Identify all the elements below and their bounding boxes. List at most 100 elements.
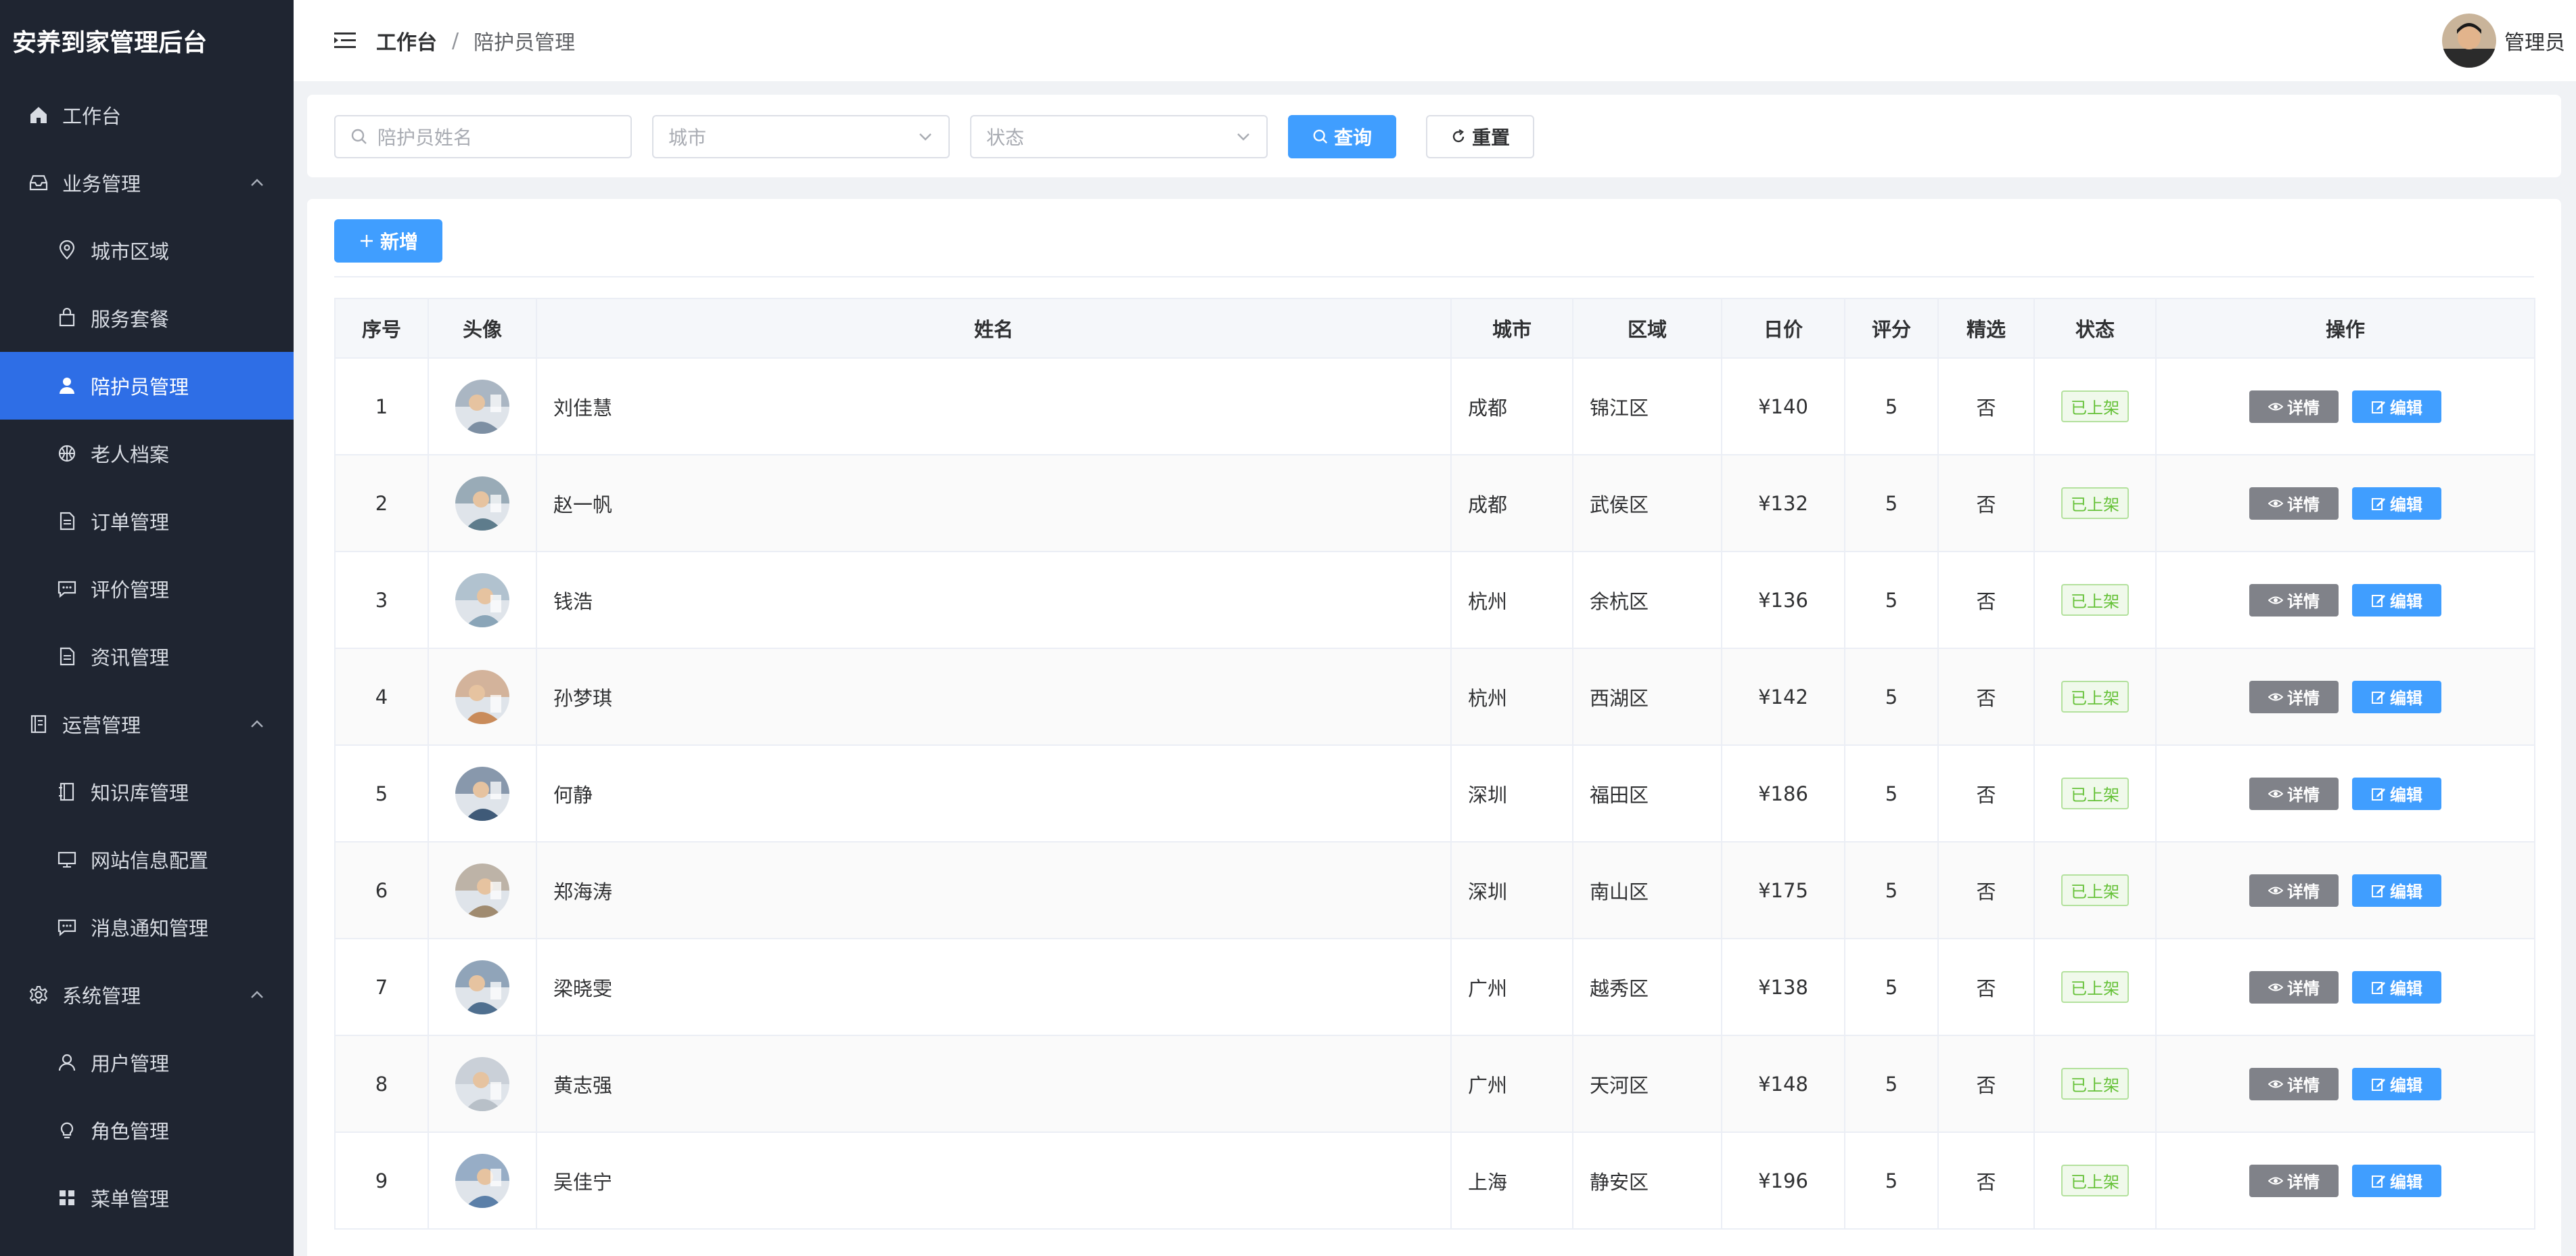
- detail-button[interactable]: 详情: [2249, 390, 2339, 423]
- detail-button[interactable]: 详情: [2249, 1164, 2339, 1197]
- detail-button[interactable]: 详情: [2249, 680, 2339, 713]
- eye-icon: [2268, 596, 2283, 604]
- sidebar-item-7[interactable]: 评价管理: [0, 555, 294, 623]
- cell-avatar: [428, 357, 537, 455]
- detail-button[interactable]: 详情: [2249, 487, 2339, 520]
- filter-panel: 陪护员姓名 城市 状态 查询 重置: [307, 95, 2561, 177]
- user-name[interactable]: 管理员: [2504, 26, 2565, 55]
- reset-button-label: 重置: [1471, 127, 1510, 149]
- cell-name: 黄志强: [536, 1035, 1452, 1133]
- sidebar-item-0[interactable]: 工作台: [0, 81, 294, 149]
- edit-button[interactable]: 编辑: [2352, 680, 2441, 713]
- table-row: 2 赵一帆 成都 武侯区 ¥132 5 否已上架 详情 编辑: [334, 454, 2535, 552]
- sidebar-item-5[interactable]: 老人档案: [0, 420, 294, 487]
- header-avatar: 头像: [428, 298, 537, 359]
- detail-button-label: 详情: [2287, 1173, 2320, 1192]
- sidebar-item-1[interactable]: 业务管理: [0, 149, 294, 217]
- sidebar-item-11[interactable]: 网站信息配置: [0, 826, 294, 893]
- status-select[interactable]: 状态: [970, 115, 1268, 158]
- edit-icon: [2372, 594, 2385, 607]
- edit-button[interactable]: 编辑: [2352, 874, 2441, 907]
- cell-city: 杭州: [1450, 551, 1573, 649]
- chat-icon: [55, 577, 78, 600]
- reset-button[interactable]: 重置: [1426, 115, 1534, 158]
- avatar[interactable]: [455, 863, 509, 918]
- sidebar-item-9[interactable]: 运营管理: [0, 690, 294, 758]
- sidebar-item-13[interactable]: 系统管理: [0, 961, 294, 1029]
- edit-button[interactable]: 编辑: [2352, 1067, 2441, 1100]
- header-status: 状态: [2033, 298, 2157, 359]
- edit-button[interactable]: 编辑: [2352, 487, 2441, 520]
- detail-button[interactable]: 详情: [2249, 777, 2339, 810]
- sidebar-item-label: 角色管理: [91, 1120, 170, 1143]
- status-badge: 已上架: [2061, 778, 2129, 809]
- location-icon: [55, 239, 78, 262]
- document-icon: [55, 510, 78, 533]
- sidebar-item-16[interactable]: 菜单管理: [0, 1164, 294, 1232]
- edit-button-label: 编辑: [2390, 979, 2422, 998]
- edit-icon: [2372, 788, 2385, 801]
- cell-rating: 5: [1844, 1035, 1939, 1133]
- header-rating: 评分: [1844, 298, 1939, 359]
- sidebar-item-10[interactable]: 知识库管理: [0, 758, 294, 826]
- user-menu[interactable]: 管理员: [2442, 14, 2565, 68]
- edit-button-label: 编辑: [2390, 786, 2422, 805]
- detail-button-label: 详情: [2287, 1076, 2320, 1095]
- cell-status: 已上架: [2033, 841, 2157, 939]
- chevron-down-icon: [919, 133, 932, 141]
- name-search-input[interactable]: 陪护员姓名: [334, 115, 632, 158]
- detail-button[interactable]: 详情: [2249, 874, 2339, 907]
- home-icon: [27, 104, 50, 127]
- edit-button-label: 编辑: [2390, 1173, 2422, 1192]
- cell-avatar: [428, 551, 537, 649]
- detail-button[interactable]: 详情: [2249, 1067, 2339, 1100]
- avatar[interactable]: [455, 476, 509, 531]
- menu-fold-icon[interactable]: [334, 31, 356, 50]
- sidebar-item-label: 陪护员管理: [91, 376, 189, 399]
- cell-actions: 详情 编辑: [2155, 357, 2535, 455]
- cell-price: ¥138: [1721, 938, 1845, 1036]
- detail-button[interactable]: 详情: [2249, 583, 2339, 616]
- cell-status: 已上架: [2033, 744, 2157, 843]
- sidebar-item-8[interactable]: 资讯管理: [0, 623, 294, 690]
- detail-button[interactable]: 详情: [2249, 970, 2339, 1004]
- status-badge: 已上架: [2061, 390, 2129, 422]
- edit-button[interactable]: 编辑: [2352, 390, 2441, 423]
- search-button[interactable]: 查询: [1288, 115, 1396, 158]
- edit-button[interactable]: 编辑: [2352, 970, 2441, 1004]
- sidebar-item-label: 用户管理: [91, 1052, 170, 1075]
- avatar[interactable]: [455, 669, 509, 724]
- avatar[interactable]: [2442, 14, 2496, 68]
- avatar[interactable]: [455, 1056, 509, 1111]
- header-district: 区域: [1572, 298, 1722, 359]
- avatar[interactable]: [455, 379, 509, 434]
- edit-button[interactable]: 编辑: [2352, 777, 2441, 810]
- table-row: 4 孙梦琪 杭州 西湖区 ¥142 5 否已上架 详情 编辑: [334, 648, 2535, 746]
- cell-no: 4: [334, 648, 429, 746]
- sidebar-item-14[interactable]: 用户管理: [0, 1029, 294, 1096]
- breadcrumb-root[interactable]: 工作台: [376, 26, 437, 55]
- avatar[interactable]: [455, 960, 509, 1014]
- sidebar-item-6[interactable]: 订单管理: [0, 487, 294, 555]
- sidebar-item-4[interactable]: 陪护员管理: [0, 352, 294, 420]
- caregiver-table: 序号 头像 姓名 城市 区域 日价 评分 精选 状态 操作 1 刘佳慧 成都 锦江区 ¥…: [334, 298, 2535, 1230]
- sidebar-item-3[interactable]: 服务套餐: [0, 284, 294, 352]
- chat-icon: [55, 916, 78, 939]
- cell-no: 3: [334, 551, 429, 649]
- sidebar-item-2[interactable]: 城市区域: [0, 217, 294, 284]
- breadcrumb-separator: /: [452, 28, 459, 53]
- add-button[interactable]: 新增: [334, 219, 442, 263]
- city-select[interactable]: 城市: [652, 115, 950, 158]
- avatar[interactable]: [455, 1153, 509, 1208]
- avatar[interactable]: [455, 766, 509, 821]
- sidebar-item-label: 资讯管理: [91, 646, 170, 669]
- edit-button-label: 编辑: [2390, 495, 2422, 514]
- brand-title: 安养到家管理后台: [12, 29, 208, 57]
- cell-status: 已上架: [2033, 357, 2157, 455]
- sidebar-item-15[interactable]: 角色管理: [0, 1096, 294, 1164]
- avatar[interactable]: [455, 573, 509, 627]
- edit-button[interactable]: 编辑: [2352, 583, 2441, 616]
- edit-button[interactable]: 编辑: [2352, 1164, 2441, 1197]
- sidebar-item-12[interactable]: 消息通知管理: [0, 893, 294, 961]
- monitor-icon: [55, 848, 78, 871]
